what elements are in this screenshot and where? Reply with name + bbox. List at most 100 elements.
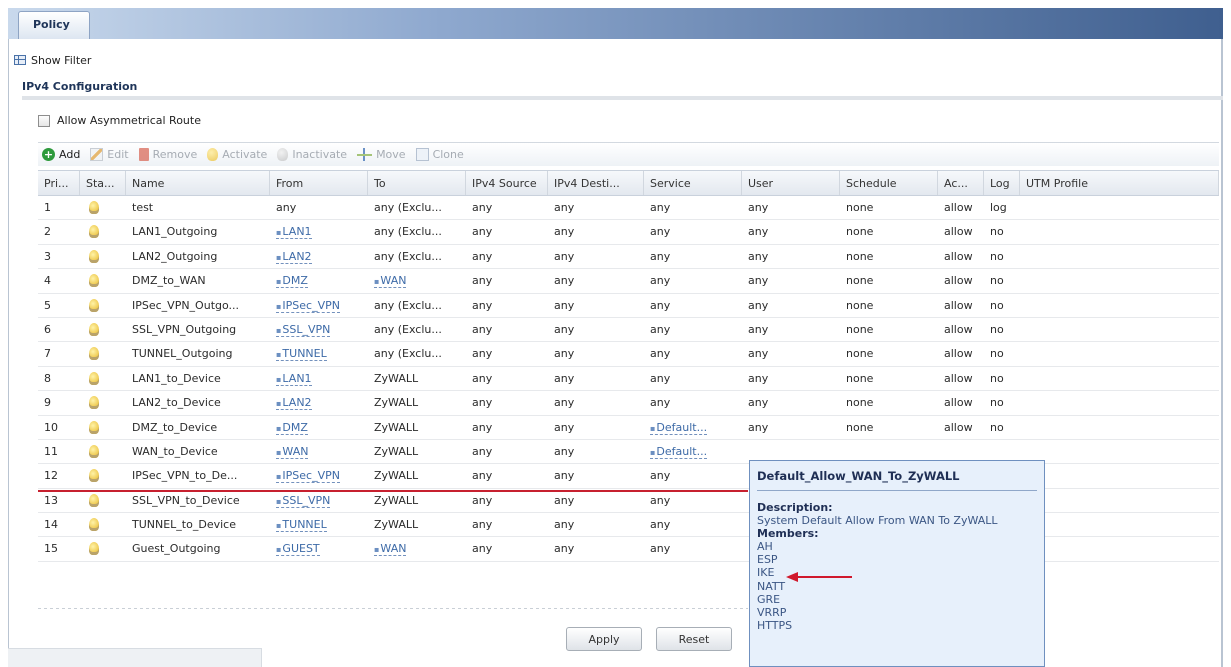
cell-user: any — [742, 416, 840, 439]
object-link[interactable]: Default... — [650, 444, 708, 459]
cell-text: any — [554, 371, 575, 385]
cell-text: any — [472, 201, 493, 214]
cell-to: ZyWALL — [368, 464, 466, 487]
cell-text: any — [554, 347, 575, 361]
cell-dst: any — [548, 537, 644, 560]
cell-text: allow — [944, 201, 973, 214]
object-link[interactable]: IPSec_VPN — [276, 298, 340, 313]
object-link[interactable]: IPSec_VPN — [276, 469, 340, 484]
cell-text: any — [748, 274, 769, 288]
object-link[interactable]: SSL_VPN — [276, 322, 331, 337]
column-header[interactable]: Log — [984, 171, 1020, 195]
cell-src: any — [466, 391, 548, 414]
object-link[interactable]: WAN — [374, 542, 407, 557]
cell-from: DMZ — [270, 269, 368, 292]
cell-action: allow — [938, 342, 984, 365]
cell-dst: any — [548, 269, 644, 292]
cell-service: any — [644, 245, 742, 268]
object-link[interactable]: WAN — [374, 274, 407, 289]
column-header[interactable]: Sta... — [80, 171, 126, 195]
column-header[interactable]: Name — [126, 171, 270, 195]
asymmetrical-route-checkbox[interactable] — [38, 114, 50, 127]
object-link[interactable]: DMZ — [276, 274, 308, 289]
column-header[interactable]: Schedule — [840, 171, 938, 195]
table-row[interactable]: 7 TUNNEL_Outgoing TUNNEL any (Exclu... any an… — [38, 342, 1219, 367]
edit-button[interactable]: Edit — [90, 148, 129, 161]
clone-button[interactable]: Clone — [415, 148, 464, 161]
column-header[interactable]: UTM Profile — [1020, 171, 1219, 195]
status-cell — [80, 489, 126, 512]
object-link[interactable]: LAN2 — [276, 249, 312, 264]
cell-text: ZyWALL — [374, 420, 419, 434]
tab-policy[interactable]: Policy — [18, 11, 90, 39]
object-link[interactable]: WAN — [276, 444, 309, 459]
cell-text: any — [554, 469, 575, 483]
object-link[interactable]: SSL_VPN — [276, 493, 331, 508]
table-row[interactable]: 9LAN2_to_DeviceLAN2ZyWALLanyanyanyanynon… — [38, 391, 1219, 416]
cell-text: allow — [944, 371, 973, 385]
object-link[interactable]: DMZ — [276, 420, 308, 435]
tooltip-member: GRE — [757, 592, 781, 606]
cell-user: any — [742, 342, 840, 365]
table-row[interactable]: 6 SSL_VPN_Outgoing SSL_VPN any (Exclu... any… — [38, 318, 1219, 343]
cell-user: any — [742, 367, 840, 390]
asymmetrical-route-option[interactable]: Allow Asymmetrical Route — [38, 114, 201, 127]
cell-text: allow — [944, 347, 973, 361]
object-link[interactable]: LAN1 — [276, 371, 312, 386]
column-header[interactable]: Pri... — [38, 171, 80, 195]
edit-icon — [90, 148, 104, 161]
cell-src: any — [466, 513, 548, 536]
activate-button[interactable]: Activate — [207, 148, 267, 161]
object-link[interactable]: LAN1 — [276, 225, 312, 240]
highlight-underline — [38, 490, 748, 492]
cell-from: LAN2 — [270, 391, 368, 414]
table-row[interactable]: 3 LAN2_Outgoing LAN2 any (Exclu... any any any… — [38, 245, 1219, 270]
cell-text: Guest_Outgoing — [132, 542, 221, 556]
remove-button[interactable]: Remove — [138, 148, 197, 161]
table-row[interactable]: 1 test any any (Exclu... any any any any none all… — [38, 196, 1219, 221]
apply-button[interactable]: Apply — [566, 627, 642, 651]
cell-from: LAN1 — [270, 220, 368, 243]
cell-to: any (Exclu... — [368, 342, 466, 365]
object-link[interactable]: LAN2 — [276, 396, 312, 411]
cell-src: any — [466, 440, 548, 463]
cell-text: ZyWALL — [374, 371, 419, 385]
column-header[interactable]: To — [368, 171, 466, 195]
cell-name: test — [126, 196, 270, 219]
column-header[interactable]: Service — [644, 171, 742, 195]
add-button[interactable]: + Add — [42, 148, 80, 161]
column-header[interactable]: IPv4 Desti... — [548, 171, 644, 195]
object-link[interactable]: TUNNEL — [276, 347, 327, 362]
table-row[interactable]: 5 IPSec_VPN_Outgo... IPSec_VPN any (Exclu..… — [38, 294, 1219, 318]
table-row[interactable]: 10 DMZ_to_Device DMZ ZyWALL any any Default...… — [38, 416, 1219, 440]
table-row[interactable]: 2 LAN1_Outgoing LAN1 any (Exclu... any any any… — [38, 220, 1219, 245]
cell-utm-profile — [1020, 318, 1219, 341]
column-header[interactable]: User — [742, 171, 840, 195]
cell-text: allow — [944, 225, 973, 239]
reset-button[interactable]: Reset — [656, 627, 732, 651]
cell-text: WAN_to_Device — [132, 444, 218, 458]
status-bulb-icon — [89, 493, 99, 507]
column-header[interactable]: Ac... — [938, 171, 984, 195]
object-link[interactable]: Default... — [650, 420, 708, 435]
cell-schedule: none — [840, 220, 938, 243]
cell-text: any — [472, 225, 493, 239]
cell-user: any — [742, 269, 840, 292]
cell-text: 5 — [44, 298, 51, 312]
cell-name: IPSec_VPN_Outgo... — [126, 294, 270, 317]
cell-utm-profile — [1020, 464, 1219, 487]
cell-from: LAN2 — [270, 245, 368, 268]
column-header[interactable]: From — [270, 171, 368, 195]
object-link[interactable]: TUNNEL — [276, 518, 327, 533]
cell-schedule: none — [840, 391, 938, 414]
table-row[interactable]: 8LAN1_to_DeviceLAN1ZyWALLanyanyanyanynon… — [38, 367, 1219, 392]
cell-text: any — [748, 249, 769, 263]
cell-dst: any — [548, 245, 644, 268]
inactivate-button[interactable]: Inactivate — [277, 148, 347, 161]
move-button[interactable]: Move — [357, 148, 406, 161]
column-header[interactable]: IPv4 Source — [466, 171, 548, 195]
table-row[interactable]: 4 DMZ_to_WAN DMZ WAN any any any any none allow no — [38, 269, 1219, 294]
object-link[interactable]: GUEST — [276, 542, 320, 557]
show-filter-toggle[interactable]: Show Filter — [14, 50, 91, 70]
cell-text: any — [650, 518, 671, 532]
